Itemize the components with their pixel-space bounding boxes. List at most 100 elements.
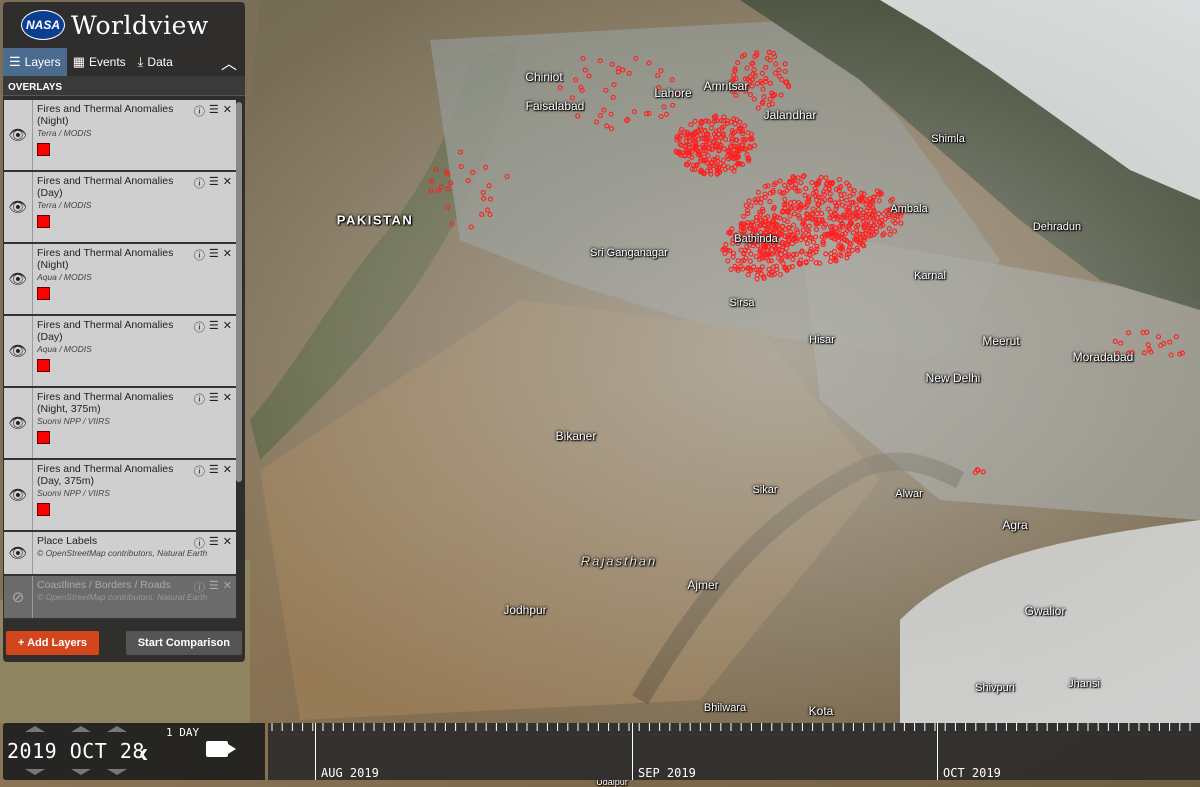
- place-label: Meerut: [982, 334, 1020, 348]
- collapse-icon[interactable]: ︿: [213, 48, 245, 76]
- place-label: Jodhpur: [503, 603, 547, 617]
- region-label: Rajasthan: [580, 553, 658, 569]
- layer-source: Suomi NPP / VIIRS: [37, 488, 110, 498]
- legend-swatch: [37, 143, 50, 156]
- info-icon[interactable]: ⓘ: [194, 463, 205, 479]
- layer-item[interactable]: ⊘ Coastlines / Borders / Roads © OpenStr…: [4, 576, 236, 620]
- place-label: Sirsa: [729, 297, 755, 309]
- interval-label[interactable]: 1 DAY: [166, 726, 199, 739]
- settings-icon[interactable]: ☰: [209, 175, 219, 191]
- settings-icon[interactable]: ☰: [209, 463, 219, 479]
- close-icon[interactable]: ✕: [223, 103, 232, 119]
- eye-icon[interactable]: 👁: [4, 460, 33, 530]
- place-label: Chiniot: [525, 70, 563, 84]
- layer-source: Terra / MODIS: [37, 128, 92, 138]
- layer-item[interactable]: 👁 Fires and Thermal Anomalies (Night, 37…: [4, 388, 236, 460]
- settings-icon[interactable]: ☰: [209, 391, 219, 407]
- place-label: Bikaner: [555, 429, 597, 443]
- day-up-icon[interactable]: [107, 726, 127, 732]
- eye-icon[interactable]: 👁: [4, 532, 33, 574]
- layer-title: Fires and Thermal Anomalies (Night): [37, 103, 174, 127]
- day-down-icon[interactable]: [107, 769, 127, 775]
- year-up-icon[interactable]: [25, 726, 45, 732]
- close-icon[interactable]: ✕: [223, 535, 232, 551]
- video-camera-icon[interactable]: [206, 741, 228, 757]
- place-label: Shimla: [931, 133, 965, 145]
- layer-title: Coastlines / Borders / Roads: [37, 579, 171, 591]
- place-label: Alwar: [895, 488, 923, 500]
- tab-layers[interactable]: ☰ Layers: [3, 48, 67, 76]
- place-label: Karnal: [914, 270, 946, 282]
- legend-swatch: [37, 431, 50, 444]
- sidebar-footer: + Add Layers Start Comparison: [3, 624, 245, 662]
- close-icon[interactable]: ✕: [223, 391, 232, 407]
- current-date[interactable]: 2019 OCT 28: [7, 739, 145, 763]
- close-icon[interactable]: ✕: [223, 319, 232, 335]
- layer-list-scrollbar[interactable]: [236, 102, 242, 482]
- place-label: Shivpuri: [975, 682, 1015, 694]
- close-icon[interactable]: ✕: [223, 247, 232, 263]
- layer-item[interactable]: 👁 Fires and Thermal Anomalies (Day) Aqua…: [4, 316, 236, 388]
- eye-icon[interactable]: 👁: [4, 100, 33, 170]
- place-label: Faisalabad: [525, 99, 585, 113]
- eye-icon[interactable]: 👁: [4, 244, 33, 314]
- legend-swatch: [37, 359, 50, 372]
- app-title: Worldview: [71, 10, 209, 40]
- layer-item[interactable]: 👁 Fires and Thermal Anomalies (Day) Terr…: [4, 172, 236, 244]
- place-label: Ajmer: [687, 578, 719, 592]
- tab-events[interactable]: ▦ Events: [67, 48, 132, 76]
- settings-icon[interactable]: ☰: [209, 319, 219, 335]
- add-layers-button[interactable]: + Add Layers: [6, 631, 99, 655]
- overlays-header: OVERLAYS: [3, 76, 245, 96]
- layer-source: Aqua / MODIS: [37, 344, 92, 354]
- month-divider: [937, 723, 938, 780]
- chevron-left-icon[interactable]: ‹: [139, 737, 148, 769]
- place-label: Jhansi: [1068, 678, 1100, 690]
- layer-source: Terra / MODIS: [37, 200, 92, 210]
- info-icon[interactable]: ⓘ: [194, 579, 205, 595]
- settings-icon[interactable]: ☰: [209, 247, 219, 263]
- info-icon[interactable]: ⓘ: [194, 319, 205, 335]
- legend-swatch: [37, 215, 50, 228]
- place-label: Gwalior: [1024, 604, 1066, 618]
- close-icon[interactable]: ✕: [223, 463, 232, 479]
- close-icon[interactable]: ✕: [223, 579, 232, 595]
- close-icon[interactable]: ✕: [223, 175, 232, 191]
- layers-icon: ☰: [9, 54, 21, 69]
- timeline-axis[interactable]: AUG 2019 SEP 2019 OCT 2019: [268, 723, 1200, 780]
- eye-icon[interactable]: 👁: [4, 316, 33, 386]
- place-label: Sikar: [752, 484, 778, 496]
- start-comparison-button[interactable]: Start Comparison: [125, 631, 242, 655]
- layer-title: Fires and Thermal Anomalies (Day, 375m): [37, 463, 174, 487]
- eye-icon[interactable]: 👁: [4, 388, 33, 458]
- place-label: Agra: [1002, 518, 1028, 532]
- place-label: Hisar: [809, 334, 835, 346]
- layer-item[interactable]: 👁 Fires and Thermal Anomalies (Night) Aq…: [4, 244, 236, 316]
- year-down-icon[interactable]: [25, 769, 45, 775]
- layer-item[interactable]: 👁 Place Labels © OpenStreetMap contribut…: [4, 532, 236, 576]
- layer-item[interactable]: 👁 Fires and Thermal Anomalies (Day, 375m…: [4, 460, 236, 532]
- nasa-logo: NASA: [21, 10, 65, 40]
- info-icon[interactable]: ⓘ: [194, 103, 205, 119]
- settings-icon[interactable]: ☰: [209, 535, 219, 551]
- download-icon: ⤓: [137, 54, 144, 69]
- month-down-icon[interactable]: [71, 769, 91, 775]
- place-label: New Delhi: [925, 371, 981, 385]
- settings-icon[interactable]: ☰: [209, 103, 219, 119]
- info-icon[interactable]: ⓘ: [194, 535, 205, 551]
- layer-list: 👁 Fires and Thermal Anomalies (Night) Te…: [4, 100, 236, 620]
- month-label: OCT 2019: [943, 766, 1001, 780]
- place-label: Ambala: [890, 203, 928, 215]
- layer-item[interactable]: 👁 Fires and Thermal Anomalies (Night) Te…: [4, 100, 236, 172]
- calendar-icon: ▦: [72, 54, 85, 69]
- info-icon[interactable]: ⓘ: [194, 247, 205, 263]
- country-label: PAKISTAN: [336, 212, 414, 228]
- eye-icon[interactable]: 👁: [4, 172, 33, 242]
- month-up-icon[interactable]: [71, 726, 91, 732]
- info-icon[interactable]: ⓘ: [194, 391, 205, 407]
- tab-data[interactable]: ⤓ Data: [132, 48, 179, 76]
- app-brand[interactable]: NASA Worldview: [3, 2, 245, 48]
- settings-icon[interactable]: ☰: [209, 579, 219, 595]
- eye-slash-icon[interactable]: ⊘: [4, 576, 33, 618]
- info-icon[interactable]: ⓘ: [194, 175, 205, 191]
